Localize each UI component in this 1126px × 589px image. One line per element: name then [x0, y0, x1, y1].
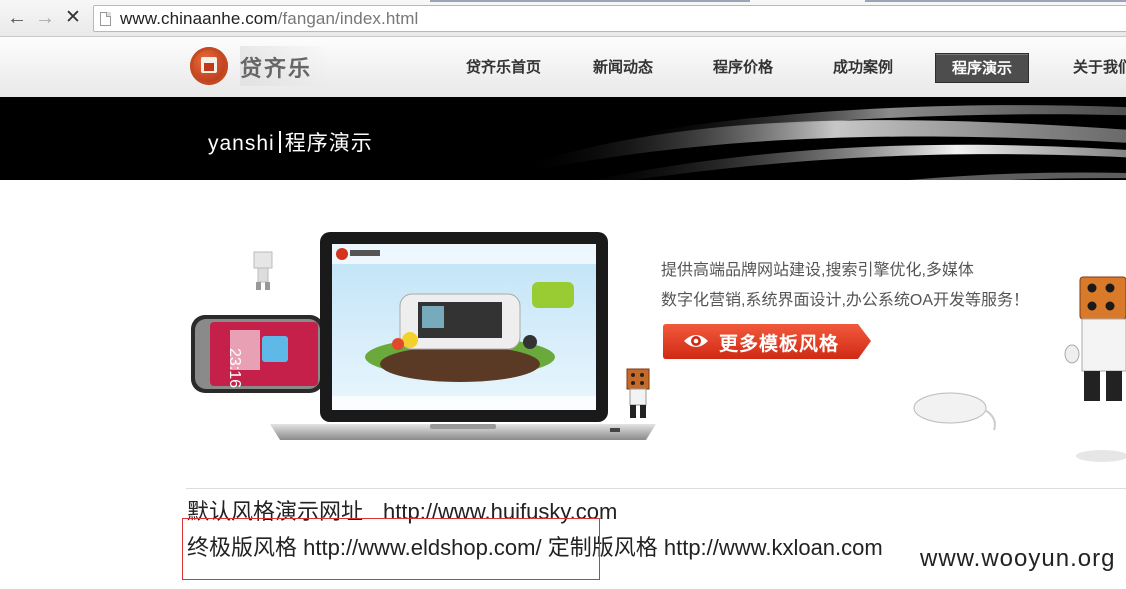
promo-line-1: 提供高端品牌网站建设,搜索引擎优化,多媒体 [661, 262, 974, 279]
address-url[interactable]: www.chinaanhe.com/fangan/index.html [120, 9, 418, 29]
large-robot-illustration [1064, 276, 1126, 462]
site-header: 贷齐乐 贷齐乐首页 新闻动态 程序价格 成功案例 程序演示 关于我们 [0, 37, 1126, 97]
address-bar[interactable]: www.chinaanhe.com/fangan/index.html [93, 5, 1126, 32]
laptop-illustration [270, 232, 656, 440]
page-icon [100, 12, 111, 26]
promo-line-2: 数字化营销,系统界面设计,办公系统OA开发等服务！ [661, 292, 1030, 309]
browser-toolbar: ← → ✕ www.chinaanhe.com/fangan/index.htm… [0, 0, 1126, 37]
forward-button[interactable]: → [34, 7, 56, 29]
url-host: www.chinaanhe.com [120, 9, 278, 28]
url-path: /fangan/index.html [277, 9, 419, 28]
promo-section: 23:16 提供高端品牌网站建设,搜索引擎优化,多媒体 数字化营销,系统界面设计… [0, 180, 1126, 480]
banner-swoosh-graphic [520, 105, 1126, 180]
nav-home[interactable]: 贷齐乐首页 [466, 53, 541, 83]
svg-text:23:16: 23:16 [226, 348, 243, 388]
more-templates-button[interactable]: 更多模板风格 [662, 323, 872, 360]
watermark-text: www.wooyun.org [920, 545, 1116, 572]
logo-text: 贷齐乐 [240, 56, 313, 82]
tab-strip-edge [430, 0, 750, 2]
nav-cases[interactable]: 成功案例 [833, 53, 893, 83]
banner-title-cn: 程序演示 [284, 132, 373, 155]
back-button[interactable]: ← [6, 7, 28, 29]
tab-strip-edge [865, 0, 1126, 2]
banner-title: yanshi 程序演示 [208, 127, 373, 157]
section-divider [186, 488, 1126, 489]
robot-figure-illustration [626, 368, 650, 418]
nav-demo[interactable]: 程序演示 [935, 53, 1030, 83]
eye-icon [684, 335, 708, 347]
banner-title-en: yanshi [208, 132, 275, 155]
promo-description: 提供高端品牌网站建设,搜索引擎优化,多媒体 数字化营销,系统界面设计,办公系统O… [661, 256, 1029, 316]
mouse-illustration [913, 392, 996, 431]
more-templates-label: 更多模板风格 [719, 334, 840, 355]
custom-style-url[interactable]: http://www.kxloan.com [664, 535, 883, 560]
banner-separator [278, 131, 281, 153]
nav-about[interactable]: 关于我们 [1073, 53, 1126, 83]
nav-pricing[interactable]: 程序价格 [713, 53, 773, 83]
nav-news[interactable]: 新闻动态 [593, 53, 653, 83]
page-banner: yanshi 程序演示 [0, 97, 1126, 180]
logo-mark-icon [190, 47, 228, 85]
highlight-box [182, 518, 600, 580]
stop-button[interactable]: ✕ [62, 7, 84, 29]
